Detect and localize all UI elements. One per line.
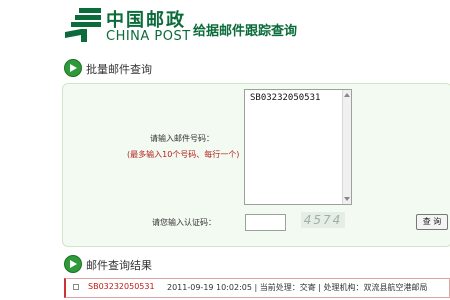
tracking-numbers-value: SB03232050531 bbox=[250, 93, 321, 103]
page-title: 给据邮件跟踪查询 bbox=[193, 24, 298, 39]
query-button[interactable]: 查 询 bbox=[416, 214, 448, 230]
scroll-down-icon[interactable] bbox=[344, 197, 350, 201]
textarea-scrollbar[interactable] bbox=[342, 90, 351, 204]
result-row[interactable]: SB03232050531 2011-09-19 10:02:05 | 当前处理… bbox=[64, 278, 450, 298]
tracking-number-label: 请输入邮件号码： bbox=[150, 134, 214, 143]
results-title: 邮件查询结果 bbox=[86, 259, 152, 272]
arrow-right-icon bbox=[64, 255, 82, 273]
captcha-label: 请您输入认证码： bbox=[152, 218, 216, 227]
scroll-up-icon[interactable] bbox=[344, 93, 350, 97]
batch-query-header: 批量邮件查询 bbox=[64, 58, 450, 78]
tracking-numbers-textarea[interactable]: SB03232050531 bbox=[244, 89, 352, 205]
tracking-number-note: (最多输入10个号码、每行一个) bbox=[127, 150, 240, 159]
captcha-input[interactable] bbox=[245, 214, 286, 231]
brand-name-en: CHINA POST bbox=[106, 29, 191, 44]
arrow-right-icon bbox=[64, 59, 82, 77]
results-header: 邮件查询结果 bbox=[64, 254, 450, 274]
batch-query-title: 批量邮件查询 bbox=[86, 63, 152, 76]
china-post-logo-icon bbox=[65, 8, 101, 42]
page-header: 中国邮政 CHINA POST 给据邮件跟踪查询 bbox=[0, 0, 450, 50]
result-tracking-number[interactable]: SB03232050531 bbox=[88, 282, 155, 291]
bullet-icon bbox=[73, 284, 79, 290]
captcha-image[interactable]: 4574 bbox=[301, 212, 345, 228]
result-details: 2011-09-19 10:02:05 | 当前处理：交寄 | 处理机构：双流县… bbox=[167, 283, 428, 292]
